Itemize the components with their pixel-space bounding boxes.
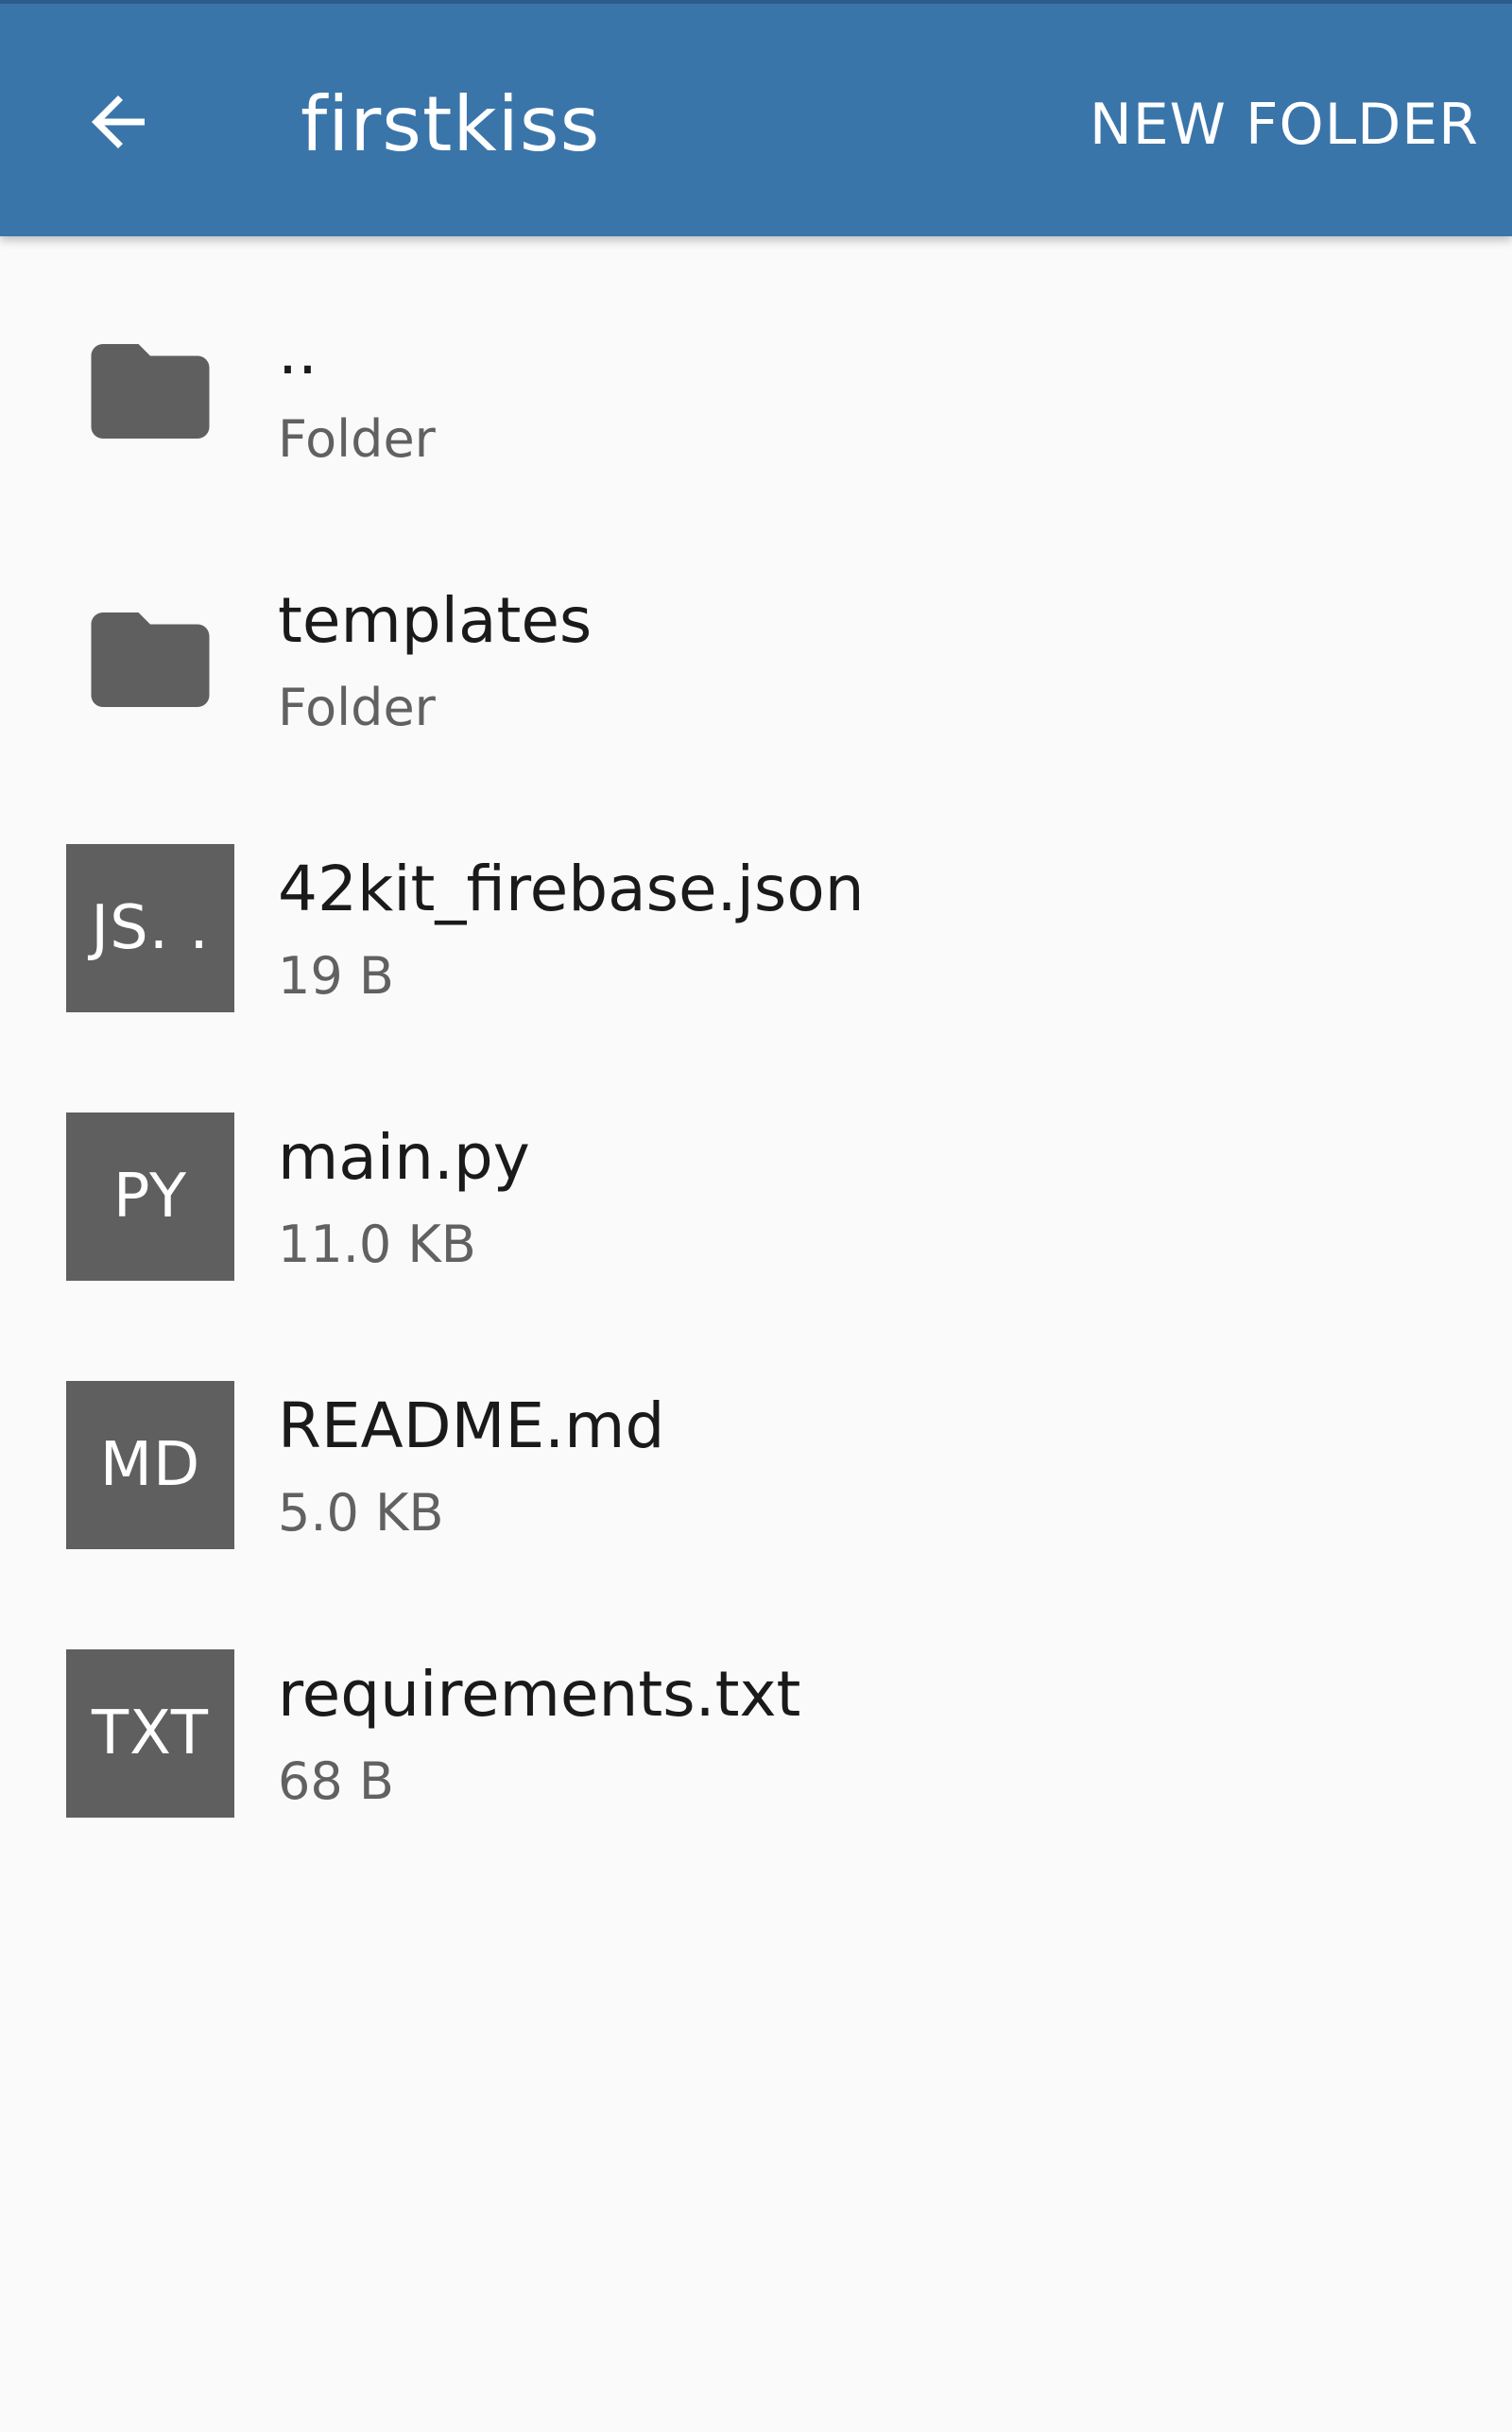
item-name: templates	[278, 584, 593, 657]
item-name: 42kit_firebase.json	[278, 853, 865, 925]
list-item-parent-folder[interactable]: .. Folder	[0, 236, 1512, 505]
item-name: README.md	[278, 1389, 665, 1462]
folder-icon	[66, 307, 234, 475]
item-meta: 11.0 KB	[278, 1215, 476, 1274]
folder-icon	[66, 576, 234, 744]
item-name: requirements.txt	[278, 1658, 801, 1731]
list-item-py-file[interactable]: PY main.py 11.0 KB	[0, 1042, 1512, 1310]
file-type-badge: MD	[66, 1381, 234, 1549]
back-button[interactable]	[66, 70, 170, 174]
file-type-badge: TXT	[66, 1649, 234, 1818]
list-item-txt-file[interactable]: TXT requirements.txt 68 B	[0, 1578, 1512, 1847]
file-type-badge: PY	[66, 1113, 234, 1281]
item-meta: Folder	[278, 409, 436, 469]
item-name: ..	[278, 316, 318, 388]
arrow-left-icon	[92, 95, 145, 148]
new-folder-button[interactable]: NEW FOLDER	[1090, 87, 1479, 163]
page-title: firstkiss	[301, 80, 601, 168]
file-type-badge: JS. .	[66, 844, 234, 1012]
item-meta: 19 B	[278, 946, 394, 1006]
file-list: .. Folder templates Folder JS. . 42kit_f…	[0, 236, 1512, 1847]
item-meta: Folder	[278, 678, 436, 737]
item-meta: 5.0 KB	[278, 1483, 444, 1543]
app-bar: firstkiss NEW FOLDER	[0, 0, 1512, 236]
item-meta: 68 B	[278, 1751, 394, 1811]
list-item-md-file[interactable]: MD README.md 5.0 KB	[0, 1310, 1512, 1578]
item-name: main.py	[278, 1121, 530, 1194]
list-item-json-file[interactable]: JS. . 42kit_firebase.json 19 B	[0, 773, 1512, 1042]
list-item-templates[interactable]: templates Folder	[0, 505, 1512, 773]
